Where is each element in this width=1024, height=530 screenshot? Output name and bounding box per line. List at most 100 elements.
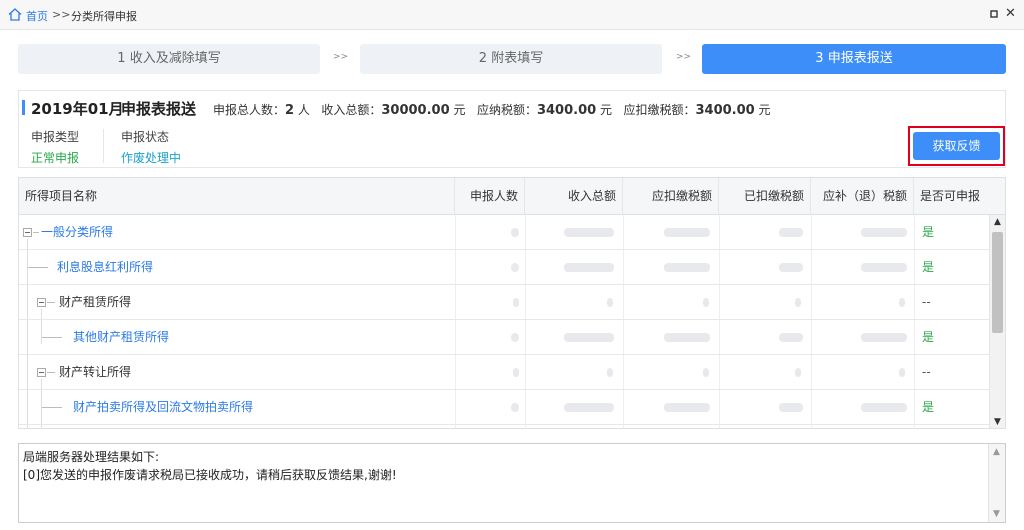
table-row[interactable]: 其他财产租赁所得 是 (19, 320, 989, 355)
people-label: 申报总人数： (213, 103, 286, 117)
tax-payable-value: 3400.00 (536, 103, 597, 118)
scroll-up-icon[interactable]: ▲ (994, 217, 1001, 227)
table-row[interactable]: 一般分类所得 是 (19, 215, 989, 250)
row-name[interactable]: 财产租赁所得 (59, 285, 131, 319)
highlight-box: 获取反馈 (908, 126, 1005, 166)
report-title: 申报表报送 (121, 100, 197, 118)
declare-type-value: 正常申报 (31, 151, 80, 165)
blurred-value (861, 263, 907, 272)
breadcrumb-current: 分类所得申报 (71, 10, 137, 23)
row-name[interactable]: 利息股息红利所得 (57, 250, 153, 284)
income-unit: 元 (453, 103, 466, 117)
output-line: [0]您发送的申报作废请求税局已接收成功，请稍后获取反馈结果,谢谢! (23, 468, 397, 482)
blurred-value (664, 228, 710, 237)
step-arrow-icon: >> (676, 52, 692, 62)
can-declare-value: -- (922, 365, 931, 379)
can-declare-value: -- (922, 295, 931, 309)
blurred-value (779, 403, 803, 412)
step-arrow-icon: >> (333, 52, 349, 62)
output-scrollbar[interactable]: ▲ ▼ (988, 444, 1005, 522)
people-value: 2 (285, 103, 295, 118)
scroll-up-icon[interactable]: ▲ (993, 447, 1000, 457)
blurred-value (779, 333, 803, 342)
collapse-icon[interactable] (37, 368, 46, 377)
table-row[interactable]: 财产租赁所得 -- (19, 285, 989, 320)
blurred-value (795, 298, 801, 307)
col-header-tax-withhold[interactable]: 应扣缴税额 (623, 178, 719, 215)
tax-withhold-label: 应扣缴税额： (623, 103, 696, 117)
accent-bar (22, 100, 25, 115)
blurred-value (861, 333, 907, 342)
blurred-value (564, 228, 614, 237)
report-period: 2019年01月 (31, 100, 124, 118)
report-summary: 申报总人数：2 人 收入总额：30000.00 元 应纳税额：3400.00 元… (213, 101, 771, 118)
collapse-icon[interactable] (23, 228, 32, 237)
blurred-value (607, 368, 613, 377)
blurred-value (664, 403, 710, 412)
step-1-income[interactable]: 1 收入及减除填写 (18, 44, 320, 74)
tree-connector (42, 337, 62, 338)
income-value: 30000.00 (381, 103, 450, 118)
home-icon[interactable] (8, 8, 22, 21)
scroll-down-icon[interactable]: ▼ (994, 417, 1001, 427)
row-name[interactable]: 财产转让所得 (59, 355, 131, 389)
col-header-tax-due[interactable]: 应补（退）税额 (811, 178, 914, 215)
breadcrumb-home-link[interactable]: 首页 (26, 8, 48, 24)
col-header-can-declare[interactable]: 是否可申报 (914, 178, 1005, 215)
output-line: 局端服务器处理结果如下: (23, 450, 160, 464)
tree-connector (47, 372, 55, 373)
blurred-value (664, 333, 710, 342)
title-bar: 首页 >> 分类所得申报 ✕ (0, 0, 1024, 30)
blurred-value (703, 298, 709, 307)
declare-type-label: 申报类型 (31, 130, 80, 144)
blurred-value (899, 368, 905, 377)
blurred-value (861, 403, 907, 412)
row-name[interactable]: 其他财产租赁所得 (73, 320, 169, 354)
income-items-table: 所得项目名称 申报人数 收入总额 应扣缴税额 已扣缴税额 应补（退）税额 是否可… (18, 177, 1006, 429)
tree-connector (47, 302, 55, 303)
maximize-icon[interactable] (988, 8, 1000, 20)
tree-connector (28, 267, 48, 268)
row-name[interactable]: 财产拍卖所得及回流文物拍卖所得 (73, 390, 253, 424)
tree-connector (42, 407, 62, 408)
step-3-submit[interactable]: 3 申报表报送 (702, 44, 1006, 74)
close-icon[interactable]: ✕ (1005, 6, 1016, 21)
blurred-value (607, 298, 613, 307)
col-header-income[interactable]: 收入总额 (525, 178, 623, 215)
step-2-attachments[interactable]: 2 附表填写 (360, 44, 662, 74)
can-declare-value: 是 (922, 400, 935, 414)
blurred-value (511, 263, 519, 272)
tax-withhold-unit: 元 (758, 103, 771, 117)
table-scrollbar[interactable]: ▲ ▼ (989, 215, 1005, 428)
can-declare-value: 是 (922, 260, 935, 274)
blurred-value (664, 263, 710, 272)
blurred-value (564, 333, 614, 342)
blurred-value (779, 263, 803, 272)
tax-payable-unit: 元 (600, 103, 613, 117)
divider (103, 129, 104, 163)
table-row[interactable]: 利息股息红利所得 是 (19, 250, 989, 285)
can-declare-value: 是 (922, 225, 935, 239)
col-header-name[interactable]: 所得项目名称 (19, 178, 455, 215)
table-row[interactable]: 财产转让所得 -- (19, 355, 989, 390)
blurred-value (899, 298, 905, 307)
scroll-down-icon[interactable]: ▼ (993, 509, 1000, 519)
blurred-value (703, 368, 709, 377)
blurred-value (513, 298, 519, 307)
row-name[interactable]: 一般分类所得 (41, 215, 113, 249)
col-header-people[interactable]: 申报人数 (455, 178, 525, 215)
blurred-value (564, 403, 614, 412)
blurred-value (779, 228, 803, 237)
result-output-box[interactable]: 局端服务器处理结果如下: [0]您发送的申报作废请求税局已接收成功，请稍后获取反… (18, 443, 1006, 523)
blurred-value (513, 368, 519, 377)
get-feedback-button[interactable]: 获取反馈 (913, 132, 1000, 160)
table-row[interactable]: 财产拍卖所得及回流文物拍卖所得 是 (19, 390, 989, 425)
tax-payable-label: 应纳税额： (476, 103, 537, 117)
declare-status-value: 作废处理中 (121, 151, 182, 165)
declare-status-label: 申报状态 (121, 130, 170, 144)
col-header-tax-withheld[interactable]: 已扣缴税额 (719, 178, 811, 215)
table-header: 所得项目名称 申报人数 收入总额 应扣缴税额 已扣缴税额 应补（退）税额 是否可… (19, 178, 1005, 215)
scrollbar-thumb[interactable] (992, 232, 1003, 333)
collapse-icon[interactable] (37, 298, 46, 307)
blurred-value (861, 228, 907, 237)
